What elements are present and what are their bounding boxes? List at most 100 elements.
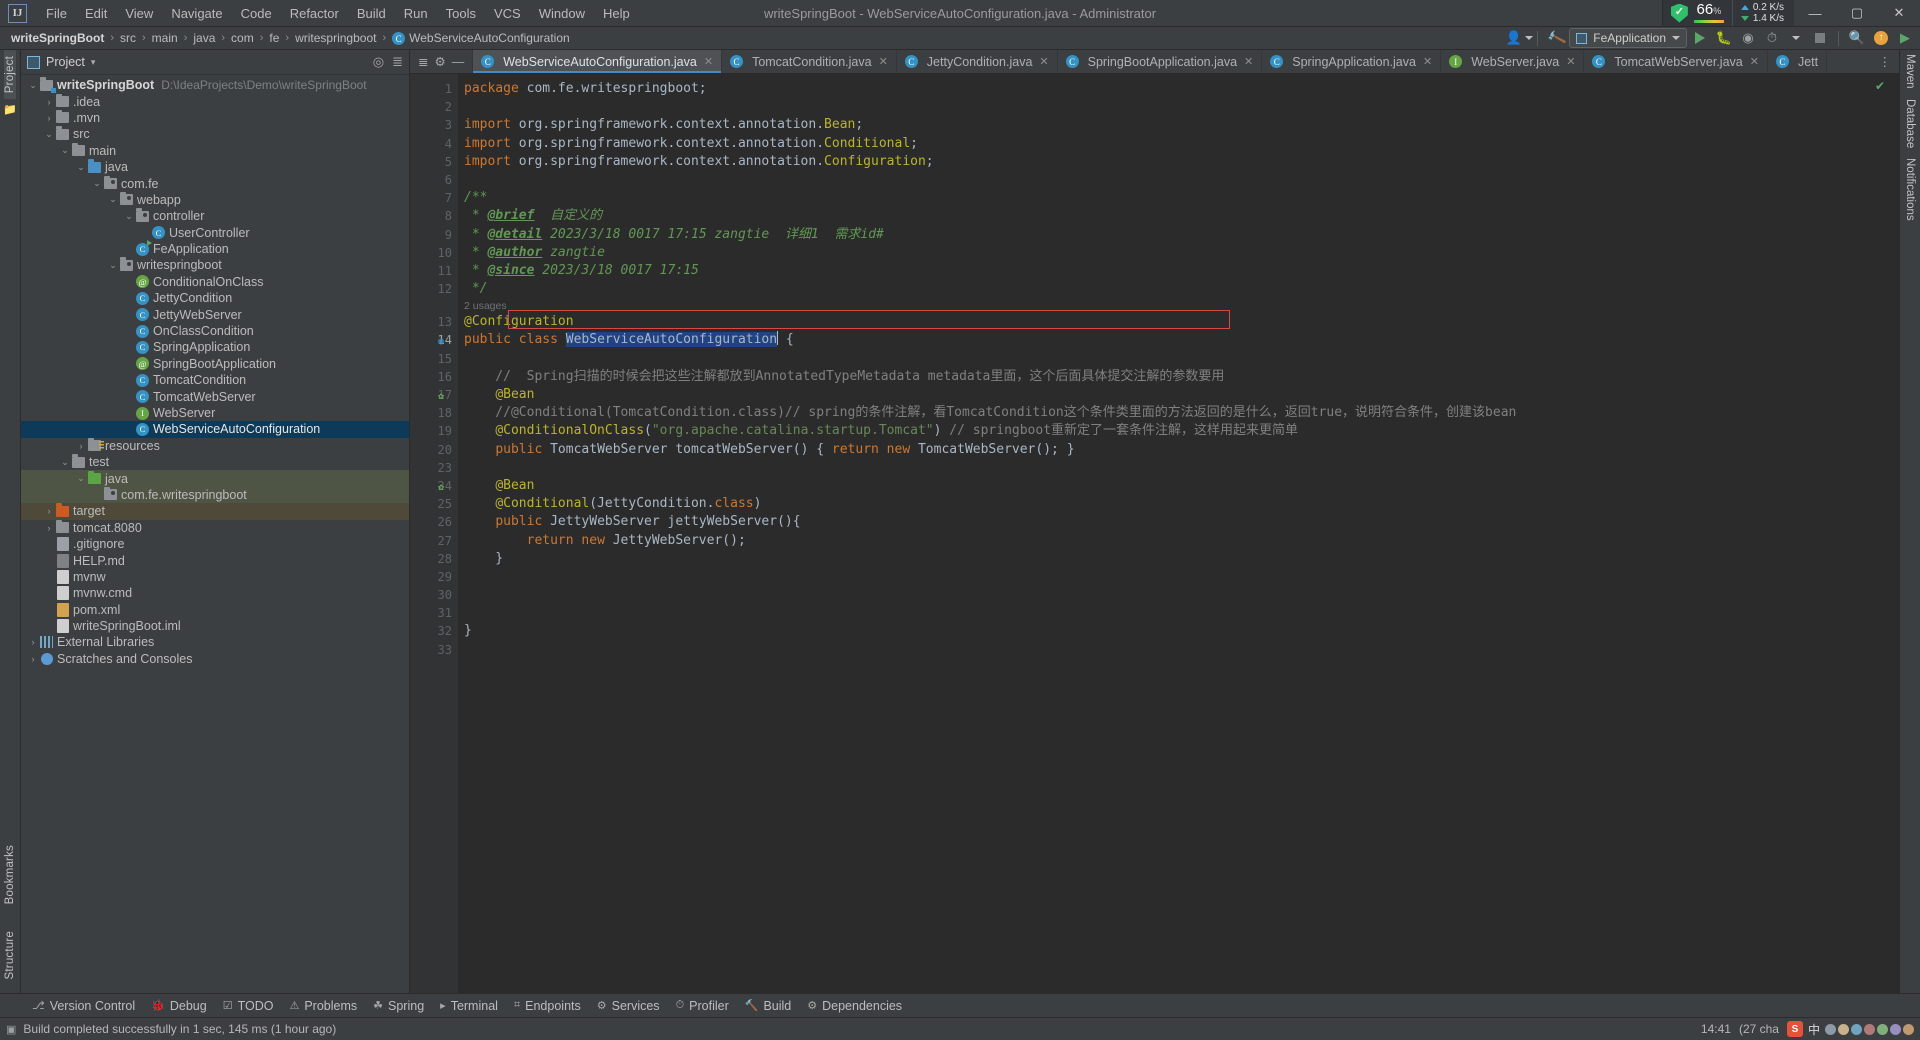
close-tab-icon[interactable]: ✕ bbox=[1423, 55, 1432, 68]
breadcrumb-item-src[interactable]: src bbox=[115, 30, 141, 46]
tree-expand-arrow[interactable]: ⌄ bbox=[43, 129, 55, 140]
maximize-button[interactable]: ▢ bbox=[1836, 0, 1878, 26]
code-line-7[interactable]: /** bbox=[464, 189, 1899, 207]
tool-window-problems[interactable]: ⚠ Problems bbox=[281, 997, 365, 1015]
tree-expand-arrow[interactable]: › bbox=[75, 441, 87, 451]
gutter-line-7[interactable]: 7 bbox=[410, 189, 458, 207]
run-with-coverage-button[interactable]: ◉ bbox=[1737, 28, 1759, 48]
tool-window-endpoints[interactable]: ⌗ Endpoints bbox=[506, 997, 589, 1015]
tree-node-scratches-and-consoles[interactable]: › Scratches and Consoles bbox=[21, 651, 409, 667]
tree-node-writespringboot[interactable]: ⌄ writespringboot bbox=[21, 257, 409, 273]
tray-icon-5[interactable] bbox=[1877, 1023, 1888, 1035]
line-number-gutter[interactable]: 1 2 3 4 5 6 7 8 9 10 11 12 13 ◉ 14 15 16 ✿ 17 18 19 20 23 ✿ 24 25… bbox=[410, 74, 458, 993]
rail-item-database[interactable]: Database bbox=[1904, 99, 1916, 148]
menu-refactor[interactable]: Refactor bbox=[281, 3, 348, 24]
tree-node-tomcatwebserver[interactable]: C TomcatWebServer bbox=[21, 388, 409, 404]
gutter-line-33[interactable]: 33 bbox=[410, 641, 458, 659]
menu-tools[interactable]: Tools bbox=[437, 3, 485, 24]
gutter-line-17[interactable]: ✿ 17 bbox=[410, 386, 458, 404]
editor-tab-springapplication-java[interactable]: C SpringApplication.java ✕ bbox=[1262, 50, 1442, 73]
gutter-line-29[interactable]: 29 bbox=[410, 568, 458, 586]
collapse-all-icon[interactable]: ≣ bbox=[392, 54, 403, 70]
tree-node-jettywebserver[interactable]: C JettyWebServer bbox=[21, 306, 409, 322]
tree-expand-arrow[interactable]: › bbox=[43, 113, 55, 123]
tree-node-external-libraries[interactable]: › External Libraries bbox=[21, 634, 409, 650]
gutter-line-16[interactable]: 16 bbox=[410, 368, 458, 386]
gutter-line-4[interactable]: 4 bbox=[410, 135, 458, 153]
close-tab-icon[interactable]: ✕ bbox=[879, 55, 888, 68]
menu-edit[interactable]: Edit bbox=[76, 3, 116, 24]
tree-node-main[interactable]: ⌄ main bbox=[21, 142, 409, 159]
tree-node-com-fe-writespringboot[interactable]: com.fe.writespringboot bbox=[21, 486, 409, 504]
rail-item-maven[interactable]: Maven bbox=[1904, 54, 1916, 89]
menu-navigate[interactable]: Navigate bbox=[162, 3, 231, 24]
gutter-line-27[interactable]: 27 bbox=[410, 532, 458, 550]
stop-button[interactable] bbox=[1809, 28, 1831, 48]
gutter-line-1[interactable]: 1 bbox=[410, 80, 458, 98]
profiler-dropdown-icon[interactable] bbox=[1785, 28, 1807, 48]
tree-node-mvnw-cmd[interactable]: mvnw.cmd bbox=[21, 585, 409, 601]
gutter-line-23[interactable]: 23 bbox=[410, 459, 458, 477]
breadcrumb[interactable]: writeSpringBoot › src › main › java › co… bbox=[6, 30, 575, 47]
user-dropdown-icon[interactable]: 👤 bbox=[1506, 28, 1533, 48]
tree-node-webserver[interactable]: I WebServer bbox=[21, 405, 409, 421]
menu-code[interactable]: Code bbox=[232, 3, 281, 24]
code-line-31[interactable] bbox=[464, 604, 1899, 622]
breadcrumb-item-project[interactable]: writeSpringBoot bbox=[6, 30, 109, 46]
hammer-build-icon[interactable]: 🔨 bbox=[1545, 27, 1567, 48]
tree-expand-arrow[interactable]: › bbox=[27, 654, 39, 664]
tree-expand-arrow[interactable]: ⌄ bbox=[27, 80, 39, 91]
tray-logo-icon[interactable]: S bbox=[1786, 1021, 1803, 1037]
network-speed-widget[interactable]: 0.2 K/s 1.4 K/s bbox=[1731, 0, 1794, 26]
code-line-14[interactable]: public class WebServiceAutoConfiguration… bbox=[464, 331, 1899, 349]
code-line-29[interactable] bbox=[464, 568, 1899, 586]
close-tab-icon[interactable]: ✕ bbox=[704, 55, 713, 68]
tree-expand-arrow[interactable]: ⌄ bbox=[59, 145, 71, 156]
breadcrumb-item-fe[interactable]: fe bbox=[264, 30, 284, 46]
gutter-line-11[interactable]: 11 bbox=[410, 262, 458, 280]
folder-icon[interactable]: 📁 bbox=[3, 103, 17, 116]
window-controls[interactable]: — ▢ ✕ bbox=[1794, 0, 1920, 26]
tree-expand-arrow[interactable]: › bbox=[43, 97, 55, 107]
gutter-line-28[interactable]: 28 bbox=[410, 550, 458, 568]
menu-build[interactable]: Build bbox=[348, 3, 395, 24]
code-line-26[interactable]: public JettyWebServer jettyWebServer(){ bbox=[464, 513, 1899, 531]
main-menu[interactable]: File Edit View Navigate Code Refactor Bu… bbox=[37, 3, 639, 24]
tree-expand-arrow[interactable]: ⌄ bbox=[75, 162, 87, 173]
run-button[interactable] bbox=[1689, 28, 1711, 48]
gutter-line-8[interactable]: 8 bbox=[410, 207, 458, 225]
gutter-line-19[interactable]: 19 bbox=[410, 422, 458, 440]
tree-node-target[interactable]: › target bbox=[21, 503, 409, 520]
project-scope-dropdown-icon[interactable]: ▾ bbox=[91, 57, 96, 68]
tray-icon-2[interactable] bbox=[1838, 1023, 1849, 1035]
debug-button[interactable]: 🐛 bbox=[1713, 28, 1735, 48]
gutter-line-31[interactable]: 31 bbox=[410, 604, 458, 622]
code-line-1[interactable]: package com.fe.writespringboot; bbox=[464, 80, 1899, 98]
editor-tabs[interactable]: ≣ ⚙ — C WebServiceAutoConfiguration.java ✕… bbox=[410, 50, 1899, 74]
tool-window-build[interactable]: 🔨 Build bbox=[737, 997, 800, 1015]
close-tab-icon[interactable]: ✕ bbox=[1039, 55, 1048, 68]
usages-hint[interactable]: 2 usages bbox=[464, 298, 1899, 313]
tree-node-webapp[interactable]: ⌄ webapp bbox=[21, 191, 409, 208]
minimize-button[interactable]: — bbox=[1794, 0, 1836, 26]
tool-window-spring[interactable]: ☘ Spring bbox=[365, 997, 432, 1015]
gear-icon[interactable]: ⚙ bbox=[434, 54, 445, 69]
breadcrumb-item-java[interactable]: java bbox=[188, 30, 220, 46]
tree-node-resources[interactable]: › resources bbox=[21, 437, 409, 454]
tree-node-src[interactable]: ⌄ src bbox=[21, 126, 409, 142]
run-configuration-selector[interactable]: FeApplication bbox=[1569, 28, 1687, 48]
tool-window-version-control[interactable]: ⎇ Version Control bbox=[24, 997, 143, 1015]
tree-node-writespringboot[interactable]: ⌄ writeSpringBoot D:\IdeaProjects\Demo\wri… bbox=[21, 77, 409, 93]
close-button[interactable]: ✕ bbox=[1878, 0, 1920, 26]
gutter-line-14[interactable]: ◉ 14 bbox=[410, 331, 458, 349]
code-line-6[interactable] bbox=[464, 171, 1899, 189]
editor-tab-jettycondition-java[interactable]: C JettyCondition.java ✕ bbox=[897, 50, 1058, 73]
ide-feature-icon[interactable]: ▶ bbox=[1894, 28, 1916, 48]
code-line-20[interactable]: public TomcatWebServer tomcatWebServer()… bbox=[464, 441, 1899, 459]
tree-node-feapplication[interactable]: C FeApplication bbox=[21, 239, 409, 257]
tree-expand-arrow[interactable]: ⌄ bbox=[123, 211, 135, 222]
tree-expand-arrow[interactable]: ⌄ bbox=[107, 260, 119, 271]
gutter-line-25[interactable]: 25 bbox=[410, 495, 458, 513]
gutter-line-15[interactable]: 15 bbox=[410, 350, 458, 368]
tree-node-tomcat-8080[interactable]: › tomcat.8080 bbox=[21, 519, 409, 536]
